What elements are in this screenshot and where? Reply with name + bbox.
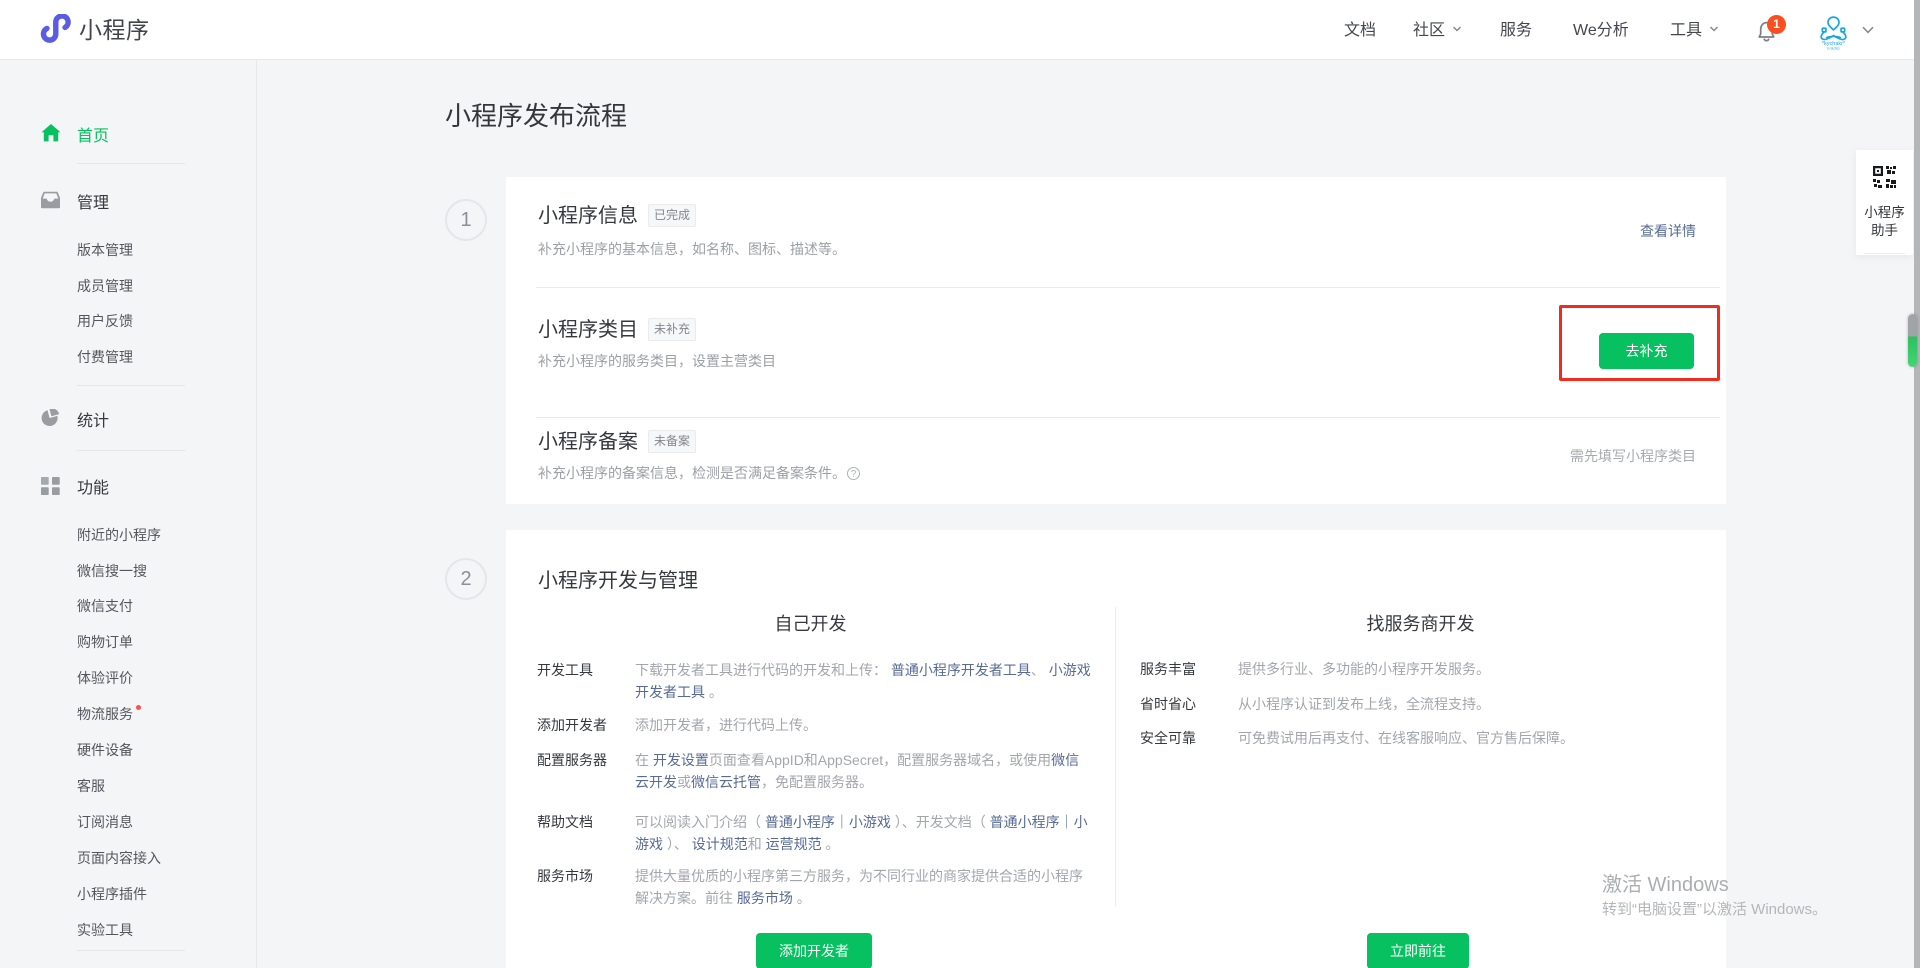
svg-text:in tactics: in tactics (1827, 46, 1840, 50)
